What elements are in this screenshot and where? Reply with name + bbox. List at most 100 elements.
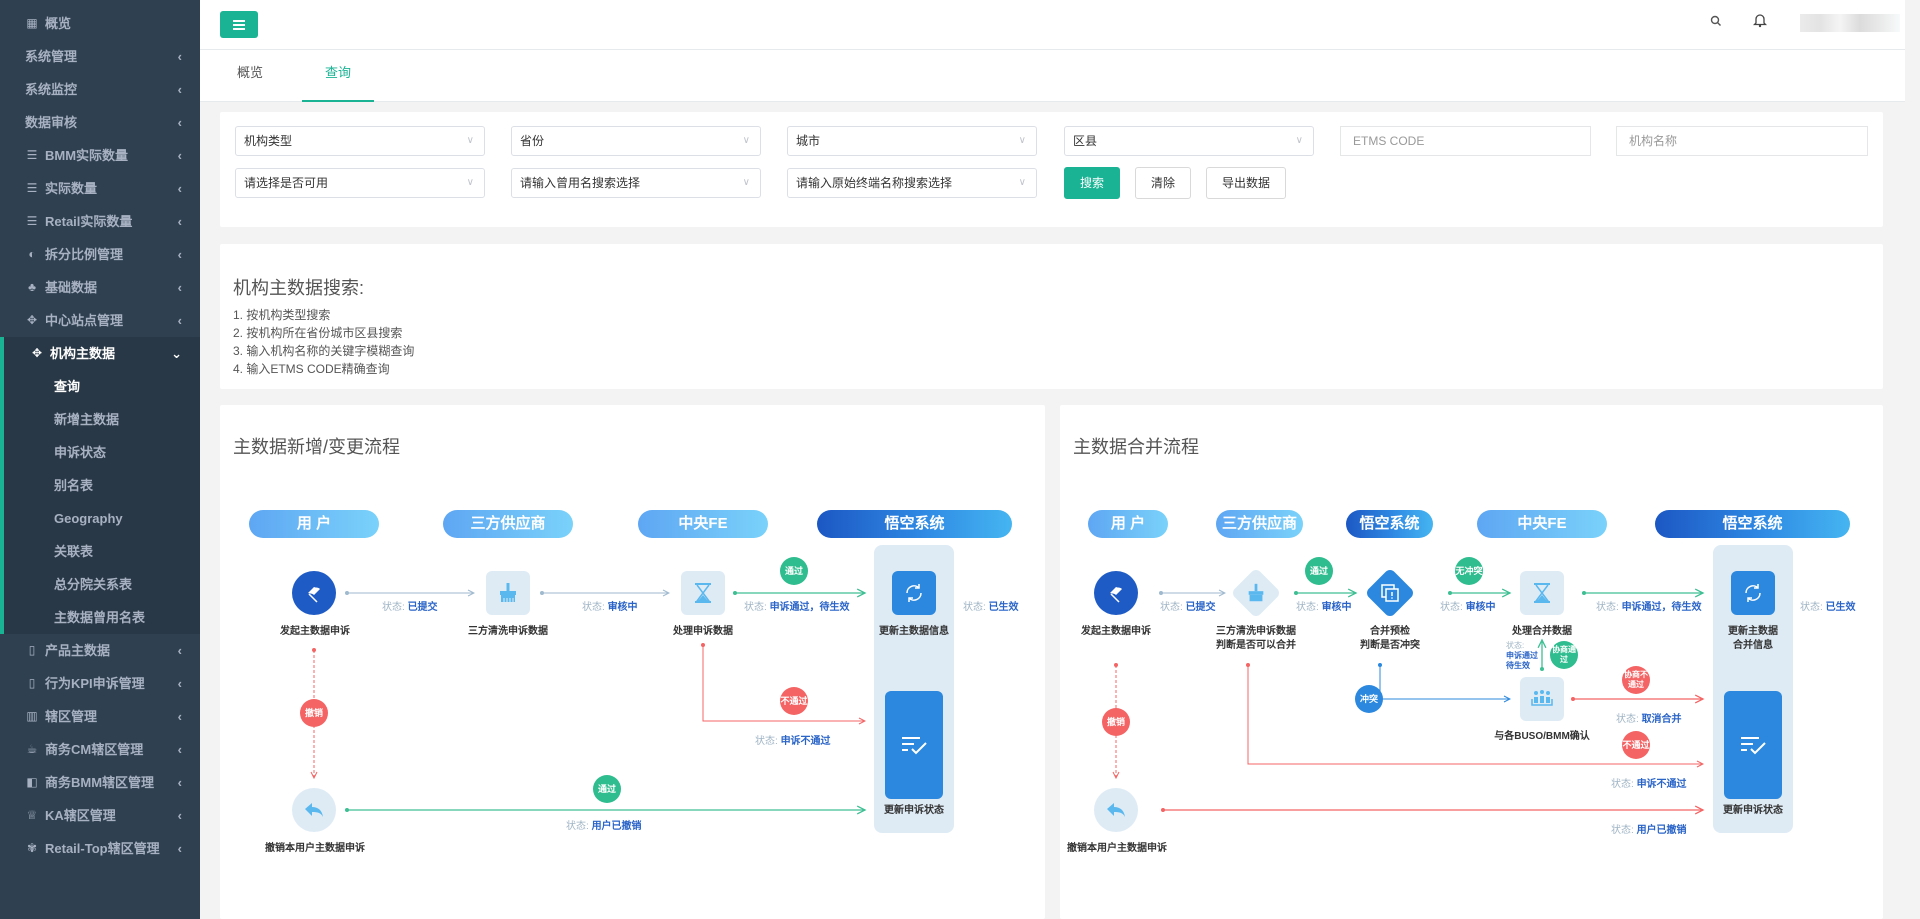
help-list: 1. 按机构类型搜索 2. 按机构所在省份城市区县搜索 3. 输入机构名称的关键…	[233, 306, 414, 378]
sidebar-item-label: 产品主数据	[45, 643, 111, 658]
sidebar-item-label: 实际数量	[45, 181, 98, 196]
flow-title: 主数据合并流程	[1073, 437, 1199, 457]
sidebar-item-label: Retail-Top辖区管理	[45, 841, 160, 856]
adjust-icon: ◐	[28, 247, 36, 261]
province-select[interactable]: 省份 ∨	[511, 126, 761, 156]
node-update-status: 更新申诉状态	[884, 805, 944, 816]
select-value: 区县	[1073, 134, 1098, 148]
status-key: 状态:	[755, 736, 778, 747]
arrows-icon: ✥	[31, 346, 43, 360]
sidebar-subitem-4[interactable]: Geography	[4, 502, 200, 535]
export-button[interactable]: 导出数据	[1206, 167, 1286, 199]
status-key: 状态:	[1440, 602, 1463, 613]
sidebar-item-top-9[interactable]: ✥ 中心站点管理 ‹	[0, 304, 200, 337]
sidebar-item-top-8[interactable]: ♣ 基础数据 ‹	[0, 271, 200, 304]
chevron-down-icon: ∨	[742, 135, 750, 146]
former-name-select[interactable]: 请输入曾用名搜索选择 ∨	[511, 168, 761, 198]
checklist-icon	[885, 691, 943, 799]
org-type-select[interactable]: 机构类型 ∨	[235, 126, 485, 156]
sidebar-subitem-0[interactable]: 查询	[4, 370, 200, 403]
sidebar-item-after-4[interactable]: ◧ 商务BMM辖区管理 ‹	[0, 766, 200, 799]
sidebar-item-after-1[interactable]: ▯ 行为KPI申诉管理 ‹	[0, 667, 200, 700]
sidebar-item-after-5[interactable]: ♕ KA辖区管理 ‹	[0, 799, 200, 832]
building-icon: ▯	[28, 643, 36, 657]
chevron-left-icon: ‹	[177, 841, 182, 856]
sidebar-item-after-6[interactable]: ✾ Retail-Top辖区管理 ‹	[0, 832, 200, 865]
sidebar-item-after-0[interactable]: ▯ 产品主数据 ‹	[0, 634, 200, 667]
select-value: 请选择是否可用	[244, 176, 329, 190]
flag-icon	[292, 571, 336, 615]
sidebar-item-top-5[interactable]: ☰ 实际数量 ‹	[0, 172, 200, 205]
checklist-icon	[1724, 691, 1782, 799]
lane-vendor: 三方供应商	[443, 510, 573, 538]
status-reviewing: 状态: 审核中	[582, 598, 638, 613]
tab-overview[interactable]: 概览	[220, 50, 280, 102]
sidebar-subitem-7[interactable]: 主数据曾用名表	[4, 601, 200, 634]
county-select[interactable]: 区县 ∨	[1064, 126, 1314, 156]
badge-revoke: 撤销	[1102, 708, 1130, 736]
search-button[interactable]: 搜索	[1064, 167, 1120, 199]
status-rejected: 状态: 申诉不通过	[755, 732, 831, 747]
status-value: 审核中	[607, 602, 638, 613]
chevron-left-icon: ‹	[177, 280, 182, 295]
sidebar-group-org-master-data[interactable]: ✥ 机构主数据 ⌄	[0, 337, 200, 370]
sidebar-item-top-3[interactable]: 数据审核 ‹	[0, 106, 200, 139]
sidebar-subitem-3[interactable]: 别名表	[4, 469, 200, 502]
user-avatar[interactable]	[1800, 14, 1900, 32]
page-tabs: 概览 查询	[200, 50, 1905, 102]
chevron-down-icon: ∨	[1295, 135, 1303, 146]
etms-code-input[interactable]	[1340, 126, 1591, 156]
badge-fail: 不通过	[1622, 731, 1650, 759]
hourglass-icon	[681, 571, 725, 615]
connector-cancel	[1571, 697, 1703, 701]
clear-button[interactable]: 清除	[1135, 167, 1191, 199]
sidebar-subitem-6[interactable]: 总分院关系表	[4, 568, 200, 601]
sidebar-subitem-1[interactable]: 新增主数据	[4, 403, 200, 436]
sidebar-subitem-5[interactable]: 关联表	[4, 535, 200, 568]
sidebar-item-top-7[interactable]: ◐ 拆分比例管理 ‹	[0, 238, 200, 271]
toggle-sidebar-button[interactable]	[220, 11, 258, 38]
select-value: 请输入原始终端名称搜索选择	[796, 176, 953, 190]
sidebar-item-top-6[interactable]: ☰ Retail实际数量 ‹	[0, 205, 200, 238]
org-name-input[interactable]	[1616, 126, 1868, 156]
search-help-panel: 机构主数据搜索: 1. 按机构类型搜索 2. 按机构所在省份城市区县搜索 3. …	[220, 244, 1883, 389]
sidebar-item-after-3[interactable]: ☕ 商务CM辖区管理 ‹	[0, 733, 200, 766]
sidebar-item-top-2[interactable]: 系统监控 ‹	[0, 73, 200, 106]
lane-vendor: 三方供应商	[1216, 510, 1303, 538]
status-key: 状态:	[1296, 602, 1319, 613]
bell-icon[interactable]	[1752, 12, 1768, 33]
available-select[interactable]: 请选择是否可用 ∨	[235, 168, 485, 198]
sidebar-item-top-4[interactable]: ☰ BMM实际数量 ‹	[0, 139, 200, 172]
arrows-icon: ✥	[26, 313, 38, 327]
sidebar-item-label: 行为KPI申诉管理	[45, 676, 145, 691]
chevron-down-icon: ∨	[466, 135, 474, 146]
status-value: 已提交	[1185, 602, 1216, 613]
connector-pass	[733, 591, 865, 595]
sidebar-subitem-2[interactable]: 申诉状态	[4, 436, 200, 469]
database-icon: ☰	[26, 214, 38, 228]
status-revoked: 状态: 用户已撤销	[566, 817, 642, 832]
sidebar-item-label: 商务CM辖区管理	[45, 742, 144, 757]
coffee-icon: ☕	[26, 742, 38, 756]
city-select[interactable]: 城市 ∨	[787, 126, 1037, 156]
sidebar-item-top-1[interactable]: 系统管理 ‹	[0, 40, 200, 73]
alert-copy-icon	[1372, 575, 1408, 611]
node-update-1: 更新主数据	[1728, 626, 1778, 637]
broom-icon	[486, 571, 530, 615]
select-value: 城市	[796, 134, 821, 148]
lane-user: 用 户	[1088, 510, 1168, 538]
original-terminal-select[interactable]: 请输入原始终端名称搜索选择 ∨	[787, 168, 1037, 198]
badge-no-conflict: 无冲突	[1455, 557, 1483, 585]
search-icon[interactable]	[1710, 14, 1722, 30]
sidebar-item-label: 商务BMM辖区管理	[45, 775, 155, 790]
node-update-status: 更新申诉状态	[1723, 805, 1783, 816]
chevron-left-icon: ‹	[177, 742, 182, 757]
lane-user: 用 户	[249, 510, 379, 538]
status-value: 申诉不通过	[780, 736, 831, 747]
sidebar-item-after-2[interactable]: ▥ 辖区管理 ‹	[0, 700, 200, 733]
sidebar-submenu: 查询 新增主数据 申诉状态 别名表 Geography 关联表 总分院关系表 主数据曾用名表	[0, 370, 200, 634]
main-area: 概览 查询 机构类型 ∨ 省份 ∨ 城市 ∨ 区县 ∨ 请选择是否可用 ∨ 请输入曾用名搜…	[200, 0, 1905, 919]
sidebar-item-top-0[interactable]: ▦ 概览	[0, 7, 200, 40]
tab-query[interactable]: 查询	[302, 50, 374, 102]
chevron-left-icon: ‹	[177, 49, 182, 64]
